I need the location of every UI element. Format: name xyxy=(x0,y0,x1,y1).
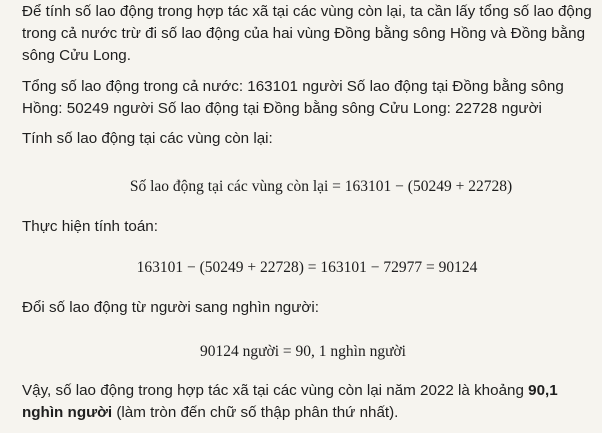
conclusion-paragraph: Vậy, số lao động trong hợp tác xã tại cá… xyxy=(22,380,598,424)
conclusion-text-start: Vậy, số lao động trong hợp tác xã tại cá… xyxy=(22,382,529,399)
answer-document: Để tính số lao động trong hợp tác xã tại… xyxy=(0,0,602,433)
step2-heading: Thực hiện tính toán: xyxy=(22,218,158,235)
step1-heading: Tính số lao động tại các vùng còn lại: xyxy=(22,130,273,147)
step3-heading: Đổi số lao động từ người sang nghìn ngườ… xyxy=(22,299,319,316)
intro-paragraph: Để tính số lao động trong hợp tác xã tại… xyxy=(22,3,592,64)
totals-paragraph: Tổng số lao động trong cả nước: 163101 n… xyxy=(22,78,564,117)
formula-remaining-regions: Số lao động tại các vùng còn lại = 16310… xyxy=(129,178,513,195)
conclusion-text-end: (làm tròn đến chữ số thập phân thứ nhất)… xyxy=(112,404,399,421)
formula-unit-conversion: 90124 người = 90, 1 nghìn người xyxy=(200,343,406,360)
formula-calculation: 163101 − (50249 + 22728) = 163101 − 7297… xyxy=(136,259,478,276)
